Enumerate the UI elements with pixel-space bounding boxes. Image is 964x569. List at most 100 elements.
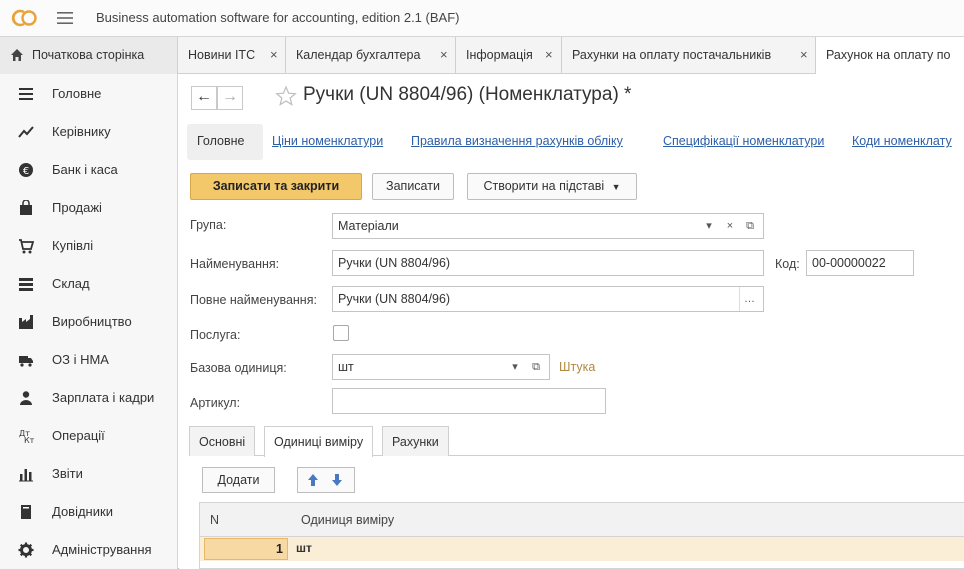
name-field[interactable]: Ручки (UN 8804/96) [332, 250, 764, 276]
sidebar-item-label: Купівлі [52, 238, 94, 253]
section-specifications[interactable]: Специфікації номенклатури [663, 134, 824, 148]
more-icon[interactable]: … [739, 287, 759, 311]
sidebar-item-production[interactable]: Виробництво [0, 302, 178, 340]
chevron-down-icon: ▼ [611, 182, 621, 192]
sidebar-item-label: ОЗ і НМА [52, 352, 109, 367]
create-based-on-label: Створити на підставі [483, 179, 605, 193]
clear-icon[interactable]: × [720, 214, 740, 238]
add-button[interactable]: Додати [202, 467, 275, 493]
tab-label: Календар бухгалтера [296, 48, 421, 62]
tab-invoice-current[interactable]: Рахунок на оплату по [816, 37, 964, 74]
group-label: Група: [190, 218, 227, 232]
warehouse-icon [19, 278, 33, 291]
save-and-close-button[interactable]: Записати та закрити [190, 173, 362, 200]
sidebar-item-purchases[interactable]: Купівлі [0, 226, 178, 264]
article-field[interactable] [332, 388, 606, 414]
sidebar-item-label: Банк і каса [52, 162, 118, 177]
svg-text:€: € [23, 166, 29, 177]
close-icon[interactable]: × [800, 47, 808, 62]
detail-tabs: Основні Одиниці виміру Рахунки [189, 426, 964, 457]
move-down-icon[interactable] [330, 473, 344, 487]
full-name-value: Ручки (UN 8804/96) [338, 292, 451, 306]
section-main[interactable]: Головне [197, 134, 245, 148]
name-value: Ручки (UN 8804/96) [338, 256, 451, 270]
tab-accountant-calendar[interactable]: Календар бухгалтера × [286, 37, 456, 74]
forward-button[interactable]: → [217, 86, 243, 110]
service-label: Послуга: [190, 328, 241, 342]
group-field[interactable]: Матеріали ▾ × ⧉ [332, 213, 764, 239]
arrow-right-icon: → [222, 88, 238, 105]
section-account-rules[interactable]: Правила визначення рахунків обліку [411, 134, 623, 148]
dropdown-icon[interactable]: ▾ [699, 214, 719, 238]
cell-n[interactable]: 1 [204, 538, 288, 560]
base-unit-value: шт [338, 360, 354, 374]
sidebar-item-label: Звіти [52, 466, 83, 481]
sidebar-item-label: Довідники [52, 504, 113, 519]
article-label: Артикул: [190, 396, 241, 410]
code-field[interactable]: 00-00000022 [806, 250, 914, 276]
person-icon [20, 391, 32, 405]
create-based-on-button[interactable]: Створити на підставі ▼ [467, 173, 637, 200]
units-table: N Одиниця виміру 1 шт [199, 502, 964, 569]
tab-supplier-invoices[interactable]: Рахунки на оплату постачальників × [562, 37, 816, 74]
sidebar-item-label: Адміністрування [52, 542, 152, 557]
home-icon [11, 49, 23, 61]
factory-icon [19, 315, 33, 329]
full-name-field[interactable]: Ручки (UN 8804/96) … [332, 286, 764, 312]
base-unit-field[interactable]: шт ▾ ⧉ [332, 354, 550, 380]
tab-units[interactable]: Одиниці виміру [264, 426, 374, 457]
main-menu-icon[interactable] [56, 9, 74, 27]
service-checkbox[interactable] [333, 325, 349, 341]
column-header-n: N [210, 513, 220, 527]
save-button[interactable]: Записати [372, 173, 454, 200]
coin-icon: € [19, 163, 33, 177]
cell-unit[interactable]: шт [296, 541, 312, 555]
tab-information[interactable]: Інформація × [456, 37, 562, 74]
table-row[interactable]: 1 шт [200, 537, 964, 561]
shopping-bag-icon [20, 200, 32, 215]
sidebar-item-salary-hr[interactable]: Зарплата і кадри [0, 378, 178, 416]
sidebar-item-bank-cash[interactable]: € Банк і каса [0, 150, 178, 188]
section-prices[interactable]: Ціни номенклатури [272, 134, 383, 148]
operations-icon: ДтКт [19, 429, 34, 444]
sidebar-item-label: Головне [52, 86, 102, 101]
book-icon [21, 505, 31, 519]
close-icon[interactable]: × [270, 47, 278, 62]
close-icon[interactable]: × [440, 47, 448, 62]
tab-basic[interactable]: Основні [189, 426, 256, 456]
sidebar-item-operations[interactable]: Дт Кт Операції [0, 416, 178, 454]
title-bar: Business automation software for account… [0, 0, 964, 37]
sidebar-item-label: Керівнику [52, 124, 111, 139]
sidebar-item-administration[interactable]: Адміністрування [0, 530, 178, 568]
tab-accounts[interactable]: Рахунки [382, 426, 449, 456]
app-title: Business automation software for account… [96, 10, 460, 25]
sidebar-item-label: Операції [52, 428, 105, 443]
favorite-star-icon[interactable] [275, 85, 297, 107]
sidebar-item-manager[interactable]: Керівнику [0, 112, 178, 150]
move-up-icon[interactable] [306, 473, 320, 487]
tab-label: Новини ITC [188, 48, 256, 62]
back-button[interactable]: ← [191, 86, 217, 110]
open-icon[interactable]: ⧉ [740, 214, 760, 238]
group-value: Матеріали [338, 219, 399, 233]
open-tabs-bar: Початкова сторінка Новини ITC × Календар… [0, 37, 964, 74]
base-unit-full-name: Штука [559, 360, 596, 374]
open-icon[interactable]: ⧉ [526, 355, 546, 379]
tab-news-itc[interactable]: Новини ITC × [178, 37, 286, 74]
tab-home[interactable]: Початкова сторінка [0, 37, 178, 74]
sidebar-item-label: Продажі [52, 200, 102, 215]
move-buttons [297, 467, 355, 493]
column-header-unit: Одиниця виміру [301, 513, 395, 527]
truck-icon [19, 356, 33, 367]
base-unit-label: Базова одиниця: [190, 361, 287, 375]
sidebar-item-label: Склад [52, 276, 90, 291]
section-codes[interactable]: Коди номенклату [852, 134, 952, 148]
sidebar-item-sales[interactable]: Продажі [0, 188, 178, 226]
sidebar-item-reports[interactable]: Звіти [0, 454, 178, 492]
sidebar-item-warehouse[interactable]: Склад [0, 264, 178, 302]
sidebar-item-main[interactable]: Головне [0, 74, 178, 112]
dropdown-icon[interactable]: ▾ [505, 355, 525, 379]
close-icon[interactable]: × [545, 47, 553, 62]
sidebar-item-directories[interactable]: Довідники [0, 492, 178, 530]
sidebar-item-fixed-assets[interactable]: ОЗ і НМА [0, 340, 178, 378]
